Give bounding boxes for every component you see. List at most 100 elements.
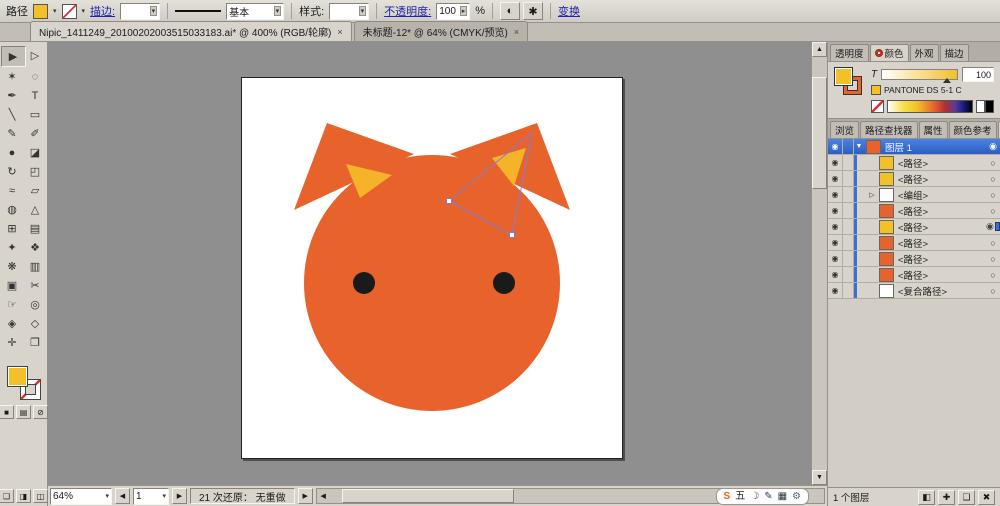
object-name[interactable]: <路径>: [896, 236, 986, 250]
object-name[interactable]: <路径>: [896, 252, 986, 266]
brush-definition-combo[interactable]: 基本▾: [226, 3, 284, 20]
style-combo[interactable]: ▾: [329, 3, 369, 20]
tint-value-input[interactable]: 100: [962, 67, 994, 82]
object-name[interactable]: <复合路径>: [896, 284, 986, 298]
panel-tab-颜色[interactable]: 颜色: [870, 44, 909, 61]
document-tab[interactable]: 未标题-12* @ 64% (CMYK/预览)×: [354, 21, 528, 41]
visibility-toggle-icon[interactable]: ◉: [828, 155, 843, 170]
visibility-toggle-icon[interactable]: ◉: [828, 203, 843, 218]
object-name[interactable]: <路径>: [896, 268, 986, 282]
transform-link[interactable]: 变换: [558, 3, 580, 19]
cat-right-eye[interactable]: [493, 272, 515, 294]
layer-object-row[interactable]: ◉▷<编组>○: [828, 187, 1000, 203]
object-name[interactable]: <编组>: [896, 188, 986, 202]
close-tab-icon[interactable]: ×: [337, 27, 342, 37]
target-icon[interactable]: ○: [986, 158, 1000, 168]
direct-selection-tool[interactable]: ▷: [24, 46, 47, 65]
zoom-tool[interactable]: ◎: [24, 295, 47, 314]
tint-slider[interactable]: [881, 69, 958, 80]
recolor-artwork-icon[interactable]: ◐: [500, 2, 520, 20]
fill-swatch[interactable]: [7, 366, 28, 387]
layer-object-row[interactable]: ◉ <路径>○: [828, 251, 1000, 267]
rectangle-tool[interactable]: ▭: [24, 105, 47, 124]
blob-brush-tool[interactable]: ●: [1, 143, 24, 162]
lock-toggle[interactable]: [843, 251, 854, 266]
color-mode-icon[interactable]: ■: [0, 405, 14, 419]
close-tab-icon[interactable]: ×: [514, 27, 519, 37]
stroke-weight-combo[interactable]: ▾: [120, 3, 160, 20]
target-icon[interactable]: ○: [986, 254, 1000, 264]
layer-object-row[interactable]: ◉<复合路径>○: [828, 283, 1000, 299]
stroke-color-swatch[interactable]: [62, 4, 77, 19]
layer-object-row[interactable]: ◉<路径>○: [828, 267, 1000, 283]
visibility-toggle-icon[interactable]: ◉: [828, 267, 843, 282]
vertical-scroll-thumb[interactable]: [812, 77, 827, 189]
color-spectrum-ramp[interactable]: [887, 100, 973, 113]
none-color-chip[interactable]: [871, 100, 884, 113]
width-tool[interactable]: ≈: [1, 181, 24, 200]
target-icon[interactable]: ○: [986, 286, 1000, 296]
artboard-tool[interactable]: ▣: [1, 276, 24, 295]
visibility-toggle-icon[interactable]: ◉: [828, 171, 843, 186]
visibility-toggle-icon[interactable]: ◉: [828, 251, 843, 266]
layer-object-row[interactable]: ◉ <路径>○: [828, 155, 1000, 171]
cat-head[interactable]: [304, 155, 560, 411]
eraser-tool[interactable]: ◪: [24, 143, 47, 162]
scroll-left-icon[interactable]: ◀: [317, 490, 330, 503]
paintbrush-tool[interactable]: ✎: [1, 124, 24, 143]
layer-name[interactable]: 图层 1: [883, 140, 986, 154]
panel-tab-颜色参考[interactable]: 颜色参考: [949, 121, 997, 138]
layer-object-row[interactable]: ◉<路径>◉: [828, 219, 1000, 235]
visibility-toggle-icon[interactable]: ◉: [828, 187, 843, 202]
visibility-toggle-icon[interactable]: ◉: [828, 235, 843, 250]
lock-toggle[interactable]: [843, 219, 854, 234]
panel-tab-外观[interactable]: 外观: [910, 44, 939, 61]
draw-normal-icon[interactable]: ❏: [0, 489, 14, 503]
target-icon[interactable]: ○: [986, 206, 1000, 216]
preferences-icon[interactable]: ✱: [523, 2, 543, 20]
delete-layer-icon[interactable]: ✖: [978, 490, 995, 505]
black-chip[interactable]: [985, 100, 994, 113]
type-tool[interactable]: T: [24, 86, 47, 105]
live-paint-selection-tool[interactable]: ◇: [24, 314, 47, 333]
target-icon[interactable]: ◉: [986, 141, 1000, 152]
column-graph-tool[interactable]: ▥: [24, 257, 47, 276]
scroll-down-icon[interactable]: ▼: [812, 470, 827, 485]
object-name[interactable]: <路径>: [896, 220, 986, 234]
handwriting-icon[interactable]: ✎: [764, 492, 772, 502]
object-name[interactable]: <路径>: [896, 172, 986, 186]
mesh-tool[interactable]: ⊞: [1, 219, 24, 238]
artboard-navigation-combo[interactable]: 1▾: [133, 488, 169, 505]
none-mode-icon[interactable]: ⊘: [33, 405, 48, 419]
lock-toggle[interactable]: [843, 203, 854, 218]
lock-toggle[interactable]: [843, 267, 854, 282]
page-tool[interactable]: ❐: [24, 333, 47, 352]
wrench-icon[interactable]: ⚙: [792, 492, 801, 502]
lock-toggle[interactable]: [843, 155, 854, 170]
layer-object-row[interactable]: ◉<路径>○: [828, 235, 1000, 251]
panel-tab-浏览[interactable]: 浏览: [830, 121, 859, 138]
opacity-link[interactable]: 不透明度:: [384, 3, 431, 19]
stroke-panel-link[interactable]: 描边:: [90, 3, 115, 19]
symbol-sprayer-tool[interactable]: ❋: [1, 257, 24, 276]
draw-behind-icon[interactable]: ◨: [16, 489, 31, 503]
lock-toggle[interactable]: [843, 235, 854, 250]
anchor-point[interactable]: [510, 233, 515, 238]
scroll-up-icon[interactable]: ▲: [812, 42, 827, 57]
previous-artboard-icon[interactable]: ◀: [115, 488, 130, 504]
cat-left-eye[interactable]: [353, 272, 375, 294]
object-name[interactable]: <路径>: [896, 156, 986, 170]
hand-tool[interactable]: ☞: [1, 295, 24, 314]
input-mode-icon[interactable]: 五: [735, 492, 745, 502]
eyedropper-tool[interactable]: ✦: [1, 238, 24, 257]
screen-mode-icon[interactable]: ◫: [33, 489, 48, 503]
clipping-mask-icon[interactable]: ◧: [918, 490, 935, 505]
expander-icon[interactable]: ▷: [867, 187, 877, 202]
visibility-toggle-icon[interactable]: ◉: [828, 219, 843, 234]
white-chip[interactable]: [976, 100, 985, 113]
shape-builder-tool[interactable]: ◍: [1, 200, 24, 219]
panel-tab-属性[interactable]: 属性: [919, 121, 948, 138]
pencil-tool[interactable]: ✐: [24, 124, 47, 143]
visibility-toggle-icon[interactable]: ◉: [828, 139, 843, 154]
perspective-grid-tool[interactable]: △: [24, 200, 47, 219]
